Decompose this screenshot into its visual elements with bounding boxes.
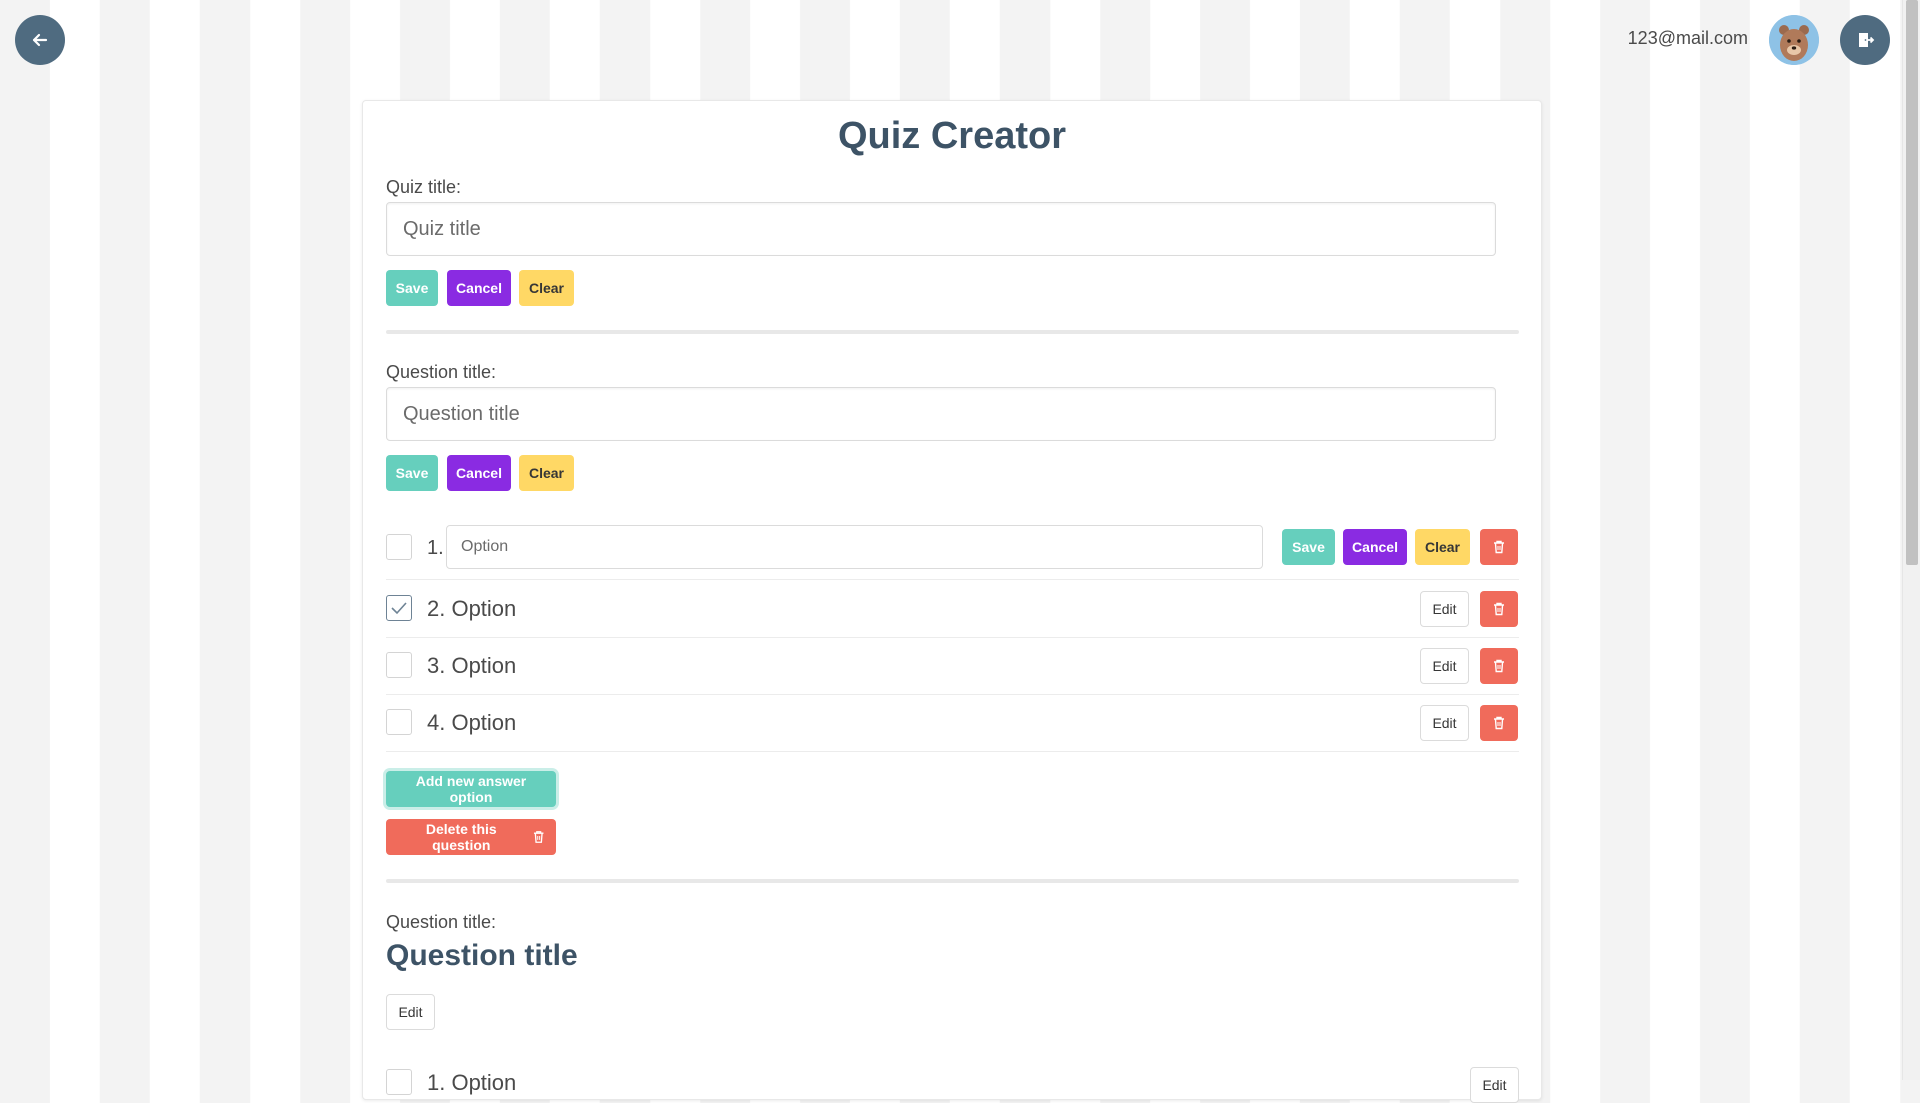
option-1-input[interactable] [446,525,1263,569]
back-button[interactable] [15,15,65,65]
add-answer-option-button[interactable]: Add new answer option [386,771,556,807]
bear-avatar-icon [1769,15,1819,65]
question-2-option-1-edit-button[interactable]: Edit [1470,1067,1519,1103]
checkmark-icon [391,602,407,615]
logout-icon [1859,33,1875,47]
quiz-title-save-button[interactable]: Save [386,270,438,306]
option-3-edit-button[interactable]: Edit [1420,648,1469,684]
quiz-title-input[interactable] [386,202,1496,256]
trash-icon [1494,659,1504,673]
section-divider [386,879,1519,883]
option-1-delete-button[interactable] [1480,529,1518,565]
option-2-checkbox[interactable] [386,595,412,621]
user-email: 123@mail.com [1627,28,1748,48]
trash-icon [1494,602,1504,616]
delete-question-button[interactable]: Delete this question [386,819,556,855]
option-2-text: 2. Option [427,596,517,621]
quiz-creator-card: Quiz Creator Quiz title: Save Cancel Cle… [362,100,1542,1103]
question-title-input[interactable] [386,387,1496,441]
option-4-delete-button[interactable] [1480,705,1518,741]
trash-icon [1494,716,1504,730]
question-title-label: Question title: [386,362,497,382]
question-2-title: Question title [386,939,578,972]
option-3-checkbox[interactable] [386,652,412,678]
page-title: Quiz Creator [837,115,1067,157]
logout-button[interactable] [1840,15,1890,65]
question-2-option-1-text: 1. Option [427,1070,517,1095]
option-3-delete-button[interactable] [1480,648,1518,684]
question-2-option-1-checkbox[interactable] [386,1069,412,1095]
question-title-clear-button[interactable]: Clear [519,455,574,491]
question-2-edit-button[interactable]: Edit [386,994,435,1030]
question-title-cancel-button[interactable]: Cancel [447,455,511,491]
row-divider [386,637,1519,638]
row-divider [386,751,1519,752]
trash-icon [533,831,544,843]
section-divider [386,330,1519,334]
quiz-title-clear-button[interactable]: Clear [519,270,574,306]
option-4-checkbox[interactable] [386,709,412,735]
option-4-edit-button[interactable]: Edit [1420,705,1469,741]
option-1-checkbox[interactable] [386,534,412,560]
option-4-text: 4. Option [427,710,517,735]
option-1-number: 1. [427,537,444,559]
option-1-clear-button[interactable]: Clear [1415,529,1470,565]
row-divider [386,579,1519,580]
question-2-title-label: Question title: [386,912,497,932]
option-1-save-button[interactable]: Save [1282,529,1335,565]
scrollbar-thumb[interactable] [1906,0,1918,565]
arrow-left-icon [32,33,48,47]
option-2-delete-button[interactable] [1480,591,1518,627]
option-2-edit-button[interactable]: Edit [1420,591,1469,627]
option-1-cancel-button[interactable]: Cancel [1343,529,1407,565]
option-3-text: 3. Option [427,653,517,678]
delete-question-label: Delete this question [425,821,497,853]
avatar[interactable] [1769,15,1819,65]
page-scrollbar[interactable] [1902,0,1920,1080]
quiz-title-cancel-button[interactable]: Cancel [447,270,511,306]
trash-icon [1494,540,1504,554]
question-title-save-button[interactable]: Save [386,455,438,491]
quiz-title-label: Quiz title: [386,177,462,197]
row-divider [386,694,1519,695]
